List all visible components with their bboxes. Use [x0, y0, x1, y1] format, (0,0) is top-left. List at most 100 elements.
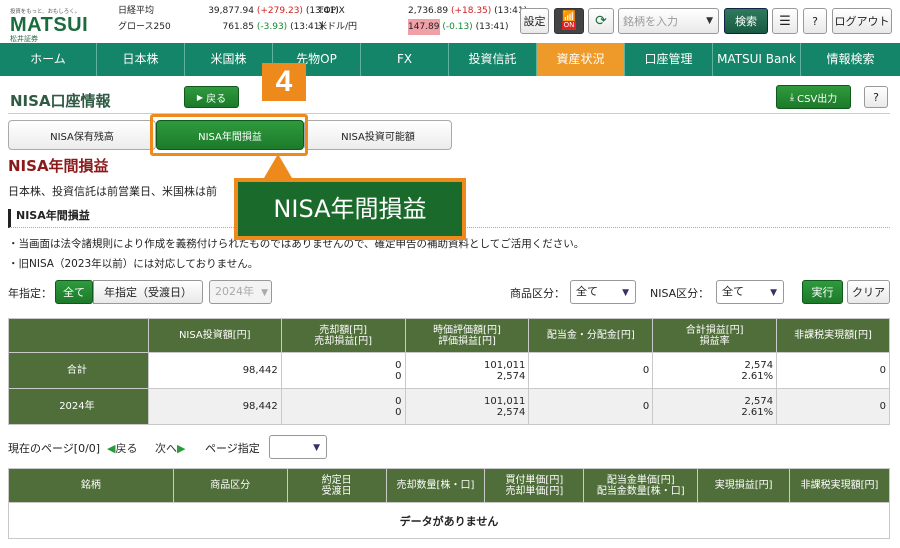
main-nav: ホーム 日本株 米国株 先物OP FX 投資信託 資産状況 口座管理 MATSU… — [0, 43, 900, 76]
refresh-button[interactable]: ⟳ — [588, 8, 614, 34]
col-header: 合計損益[円] 損益率 — [652, 318, 778, 353]
nav-matsui-bank[interactable]: MATSUI Bank — [713, 43, 801, 76]
page-jump-label: ページ指定 — [205, 442, 260, 455]
col-header: 非課税実現額[円] — [776, 318, 890, 353]
col-header: 買付単価[円] 売却単価[円] — [484, 468, 585, 503]
note-2: ・旧NISA（2023年以前）には対応しておりません。 — [8, 258, 259, 270]
nav-account[interactable]: 口座管理 — [625, 43, 713, 76]
year-all-button[interactable]: 全て — [55, 280, 93, 304]
tab-nisa-holdings[interactable]: NISA保有残高 — [8, 120, 156, 150]
col-header: NISA投資額[円] — [147, 318, 282, 353]
nav-jp-stocks[interactable]: 日本株 — [97, 43, 185, 76]
table-row: 合計 98,442 00 101,011 2,574 0 2,574 2.61% 0 — [8, 352, 890, 389]
cell-invest: 98,442 — [147, 388, 282, 425]
prev-page-link[interactable]: ◀戻る — [107, 440, 137, 456]
year-filter-label: 年指定： — [8, 287, 52, 300]
cell-total: 2,574 2.61% — [652, 388, 778, 425]
next-arrow-icon: ▶ — [177, 442, 186, 455]
nav-assets[interactable]: 資産状況 — [537, 43, 625, 76]
chevron-down-icon: ▼ — [770, 288, 777, 298]
col-header: 約定日 受渡日 — [286, 468, 387, 503]
list-icon: ☰ — [779, 13, 791, 29]
step-number-badge: 4 — [262, 63, 306, 101]
page-indicator: 現在のページ[0/0] — [8, 442, 101, 455]
ticker-nikkei[interactable]: 日経平均 39,877.94 (+279.23) (13:41) — [118, 3, 339, 19]
cell-total: 2,574 2.61% — [652, 352, 778, 389]
refresh-icon: ⟳ — [595, 13, 607, 29]
ticker-growth[interactable]: グロース250 761.85 (-3.93) (13:41) — [118, 19, 323, 35]
ticker-usdjpy[interactable]: 米ドル/円 147.89 (-0.13) (13:41) — [318, 19, 509, 35]
highlight-frame — [150, 114, 308, 156]
year-specify-button[interactable]: 年指定（受渡日） — [93, 280, 203, 304]
col-header: 商品区分 — [172, 468, 288, 503]
signal-icon: 📶 — [562, 10, 576, 23]
cell-invest: 98,442 — [147, 352, 282, 389]
col-header: 配当金・分配金[円] — [528, 318, 654, 353]
cell-taxfree: 0 — [776, 388, 890, 425]
nav-us-stocks[interactable]: 米国株 — [185, 43, 273, 76]
page-select[interactable]: ▼ — [269, 435, 327, 459]
col-header: 売却額[円] 売却損益[円] — [280, 318, 406, 353]
csv-export-button[interactable]: ⤓ CSV出力 — [776, 85, 851, 109]
col-header: 時価評価額[円] 評価損益[円] — [404, 318, 530, 353]
row-label: 合計 — [8, 352, 149, 389]
on-badge: ON — [561, 21, 577, 30]
cell-div: 0 — [528, 352, 654, 389]
menu-button[interactable]: ☰ — [772, 8, 798, 34]
col-header: 銘柄 — [8, 468, 174, 503]
chevron-down-icon: ▼ — [261, 288, 268, 298]
callout-pointer — [264, 154, 292, 178]
cell-mv: 101,011 2,574 — [404, 352, 530, 389]
play-icon: ▶ — [196, 92, 204, 102]
tab-nisa-investable[interactable]: NISA投資可能額 — [304, 120, 452, 150]
search-button[interactable]: 検索 — [724, 8, 768, 34]
logo-sub: 松井証券 — [10, 35, 38, 43]
cell-mv: 101,011 2,574 — [404, 388, 530, 425]
realtime-toggle[interactable]: 📶 ON — [554, 8, 584, 34]
logo-brand: MATSUI — [10, 14, 89, 36]
divider — [8, 113, 890, 114]
cell-sell: 00 — [280, 352, 406, 389]
logout-button[interactable]: ログアウト — [832, 8, 892, 34]
nisa-select[interactable]: 全て ▼ — [716, 280, 784, 304]
chevron-down-icon: ▼ — [622, 288, 629, 298]
next-page-link[interactable]: 次へ▶ — [155, 440, 185, 456]
nav-info-search[interactable]: 情報検索 — [801, 43, 900, 76]
matsui-logo[interactable]: 投資をもっと、おもしろく。 MATSUI 松井証券 — [10, 6, 100, 43]
back-button[interactable]: ▶ 戻る — [184, 86, 239, 108]
nav-fx[interactable]: FX — [361, 43, 449, 76]
page-title: NISA口座情報 — [10, 92, 111, 110]
run-button[interactable]: 実行 — [802, 280, 843, 304]
ticker-topix[interactable]: TOPIX 2,736.89 (+18.35) (13:41) — [318, 3, 527, 19]
col-header: 実現損益[円] — [697, 468, 791, 503]
section-title: NISA年間損益 — [8, 157, 109, 175]
help-button[interactable]: ? — [803, 8, 827, 34]
callout-box: NISA年間損益 — [234, 178, 466, 240]
col-header: 非課税実現額[円] — [789, 468, 890, 503]
chevron-down-icon: ▼ — [313, 443, 320, 453]
row-label: 2024年 — [8, 388, 149, 425]
table-row: 2024年 98,442 00 101,011 2,574 0 2,574 2.61… — [8, 388, 890, 425]
logo-tagline: 投資をもっと、おもしろく。 — [10, 8, 80, 15]
settings-button[interactable]: 設定 — [520, 8, 549, 34]
col-header: 売却数量[株・口] — [385, 468, 486, 503]
detail-table: 銘柄 商品区分 約定日 受渡日 売却数量[株・口] 買付単価[円] 売却単価[円… — [8, 468, 890, 539]
year-select[interactable]: 2024年 ▼ — [209, 280, 272, 304]
product-filter-label: 商品区分： — [510, 287, 565, 300]
col-header — [8, 318, 149, 353]
page-help-button[interactable]: ? — [864, 86, 888, 108]
table-row: データがありません — [8, 502, 890, 539]
col-header: 配当金単価[円] 配当金数量[株・口] — [583, 468, 699, 503]
summary-table: NISA投資額[円] 売却額[円] 売却損益[円] 時価評価額[円] 評価損益[… — [8, 318, 890, 425]
callout-label: NISA年間損益 — [238, 182, 462, 236]
nav-funds[interactable]: 投資信託 — [449, 43, 537, 76]
product-select[interactable]: 全て ▼ — [570, 280, 636, 304]
cell-taxfree: 0 — [776, 352, 890, 389]
symbol-search-select[interactable]: 銘柄を入力 ▼ — [618, 8, 719, 34]
cell-div: 0 — [528, 388, 654, 425]
nisa-filter-label: NISA区分： — [650, 287, 710, 300]
section-desc: 日本株、投資信託は前営業日、米国株は前 — [8, 185, 217, 198]
clear-button[interactable]: クリア — [847, 280, 890, 304]
nav-home[interactable]: ホーム — [0, 43, 97, 76]
cell-sell: 00 — [280, 388, 406, 425]
